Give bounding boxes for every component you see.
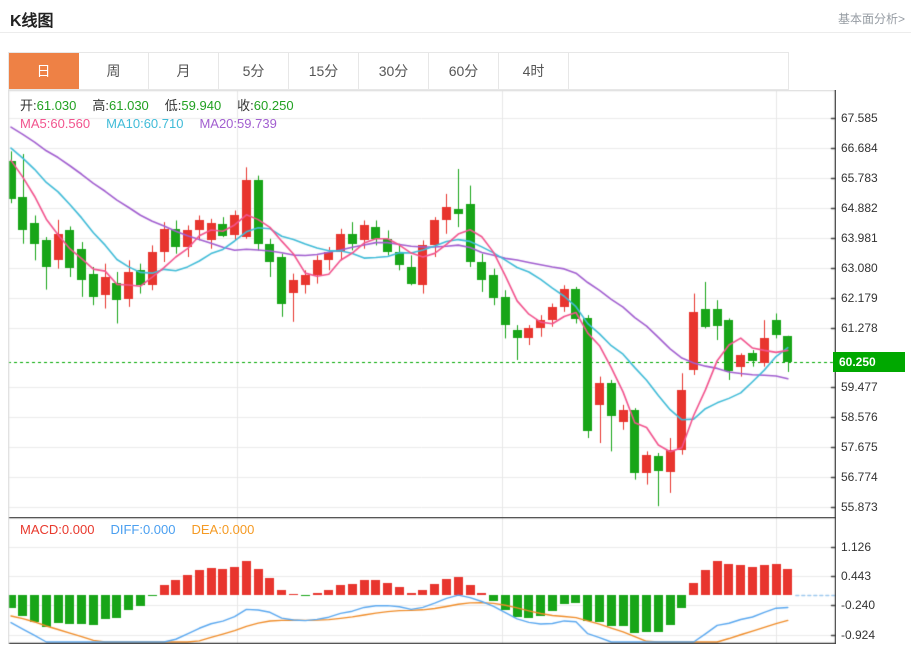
legend-item: 低:59.940 xyxy=(165,98,221,113)
legend-label: MA5: xyxy=(20,116,50,131)
legend-item: DEA:0.000 xyxy=(191,522,254,537)
macd-axis-label: 1.126 xyxy=(841,541,903,553)
header-divider xyxy=(0,32,911,33)
legend-label: 高: xyxy=(92,98,109,113)
tab-15min[interactable]: 15分 xyxy=(289,53,359,89)
tab-month[interactable]: 月 xyxy=(149,53,219,89)
legend-label: 开: xyxy=(20,98,37,113)
price-axis-label: 55.873 xyxy=(841,501,903,513)
tab-30min[interactable]: 30分 xyxy=(359,53,429,89)
price-axis-label: 63.080 xyxy=(841,262,903,274)
tab-5min[interactable]: 5分 xyxy=(219,53,289,89)
price-axis-label: 64.882 xyxy=(841,202,903,214)
legend-label: MA10: xyxy=(106,116,144,131)
candlestick-chart-canvas[interactable] xyxy=(8,90,836,517)
price-axis-label: 65.783 xyxy=(841,172,903,184)
price-axis-label: 56.774 xyxy=(841,471,903,483)
legend-value: 61.030 xyxy=(109,98,149,113)
price-axis-label: 67.585 xyxy=(841,112,903,124)
legend-item: MA10:60.710 xyxy=(106,116,183,131)
tab-week[interactable]: 周 xyxy=(79,53,149,89)
macd-axis-label: 0.443 xyxy=(841,570,903,582)
legend-item: MA20:59.739 xyxy=(199,116,276,131)
tabbar-spacer xyxy=(569,53,788,89)
legend-value: 0.000 xyxy=(143,522,176,537)
legend-label: DIFF: xyxy=(110,522,143,537)
price-axis-label: 58.576 xyxy=(841,411,903,423)
macd-legend: MACD:0.000DIFF:0.000DEA:0.000 xyxy=(20,522,270,537)
legend-label: MA20: xyxy=(199,116,237,131)
legend-item: MACD:0.000 xyxy=(20,522,94,537)
legend-value: 0.000 xyxy=(222,522,255,537)
legend-item: 收:60.250 xyxy=(237,98,293,113)
fundamental-analysis-link[interactable]: 基本面分析> xyxy=(838,10,905,27)
price-axis-label: 59.477 xyxy=(841,381,903,393)
legend-value: 60.250 xyxy=(254,98,294,113)
legend-value: 60.560 xyxy=(50,116,90,131)
legend-item: 开:61.030 xyxy=(20,98,76,113)
tab-day[interactable]: 日 xyxy=(9,53,79,89)
price-axis-label: 62.179 xyxy=(841,292,903,304)
ma-legend: MA5:60.560 MA10:60.710 MA20:59.739 xyxy=(20,116,293,131)
tab-60min[interactable]: 60分 xyxy=(429,53,499,89)
macd-axis-label: -0.240 xyxy=(841,599,903,611)
legend-label: DEA: xyxy=(191,522,221,537)
price-axis-label: 63.981 xyxy=(841,232,903,244)
legend-value: 0.000 xyxy=(62,522,95,537)
legend-value: 59.739 xyxy=(237,116,277,131)
price-axis-label: 66.684 xyxy=(841,142,903,154)
page-title: K线图 xyxy=(10,7,54,31)
current-price-tag: 60.250 xyxy=(833,352,905,372)
period-tabbar: 日周月5分15分30分60分4时 xyxy=(8,52,789,90)
legend-item: DIFF:0.000 xyxy=(110,522,175,537)
legend-value: 59.940 xyxy=(181,98,221,113)
price-axis-label: 61.278 xyxy=(841,322,903,334)
ohlc-legend: 开:61.030高:61.030低:59.940收:60.250 xyxy=(20,95,310,114)
price-axis-label: 57.675 xyxy=(841,441,903,453)
legend-label: 低: xyxy=(165,98,182,113)
legend-item: MA5:60.560 xyxy=(20,116,90,131)
macd-axis-label: -0.924 xyxy=(841,629,903,641)
legend-item: 高:61.030 xyxy=(92,98,148,113)
kline-page: K线图 基本面分析> 日周月5分15分30分60分4时 67.585 66.684… xyxy=(0,0,911,648)
legend-label: 收: xyxy=(237,98,254,113)
legend-value: 61.030 xyxy=(37,98,77,113)
tab-4hour[interactable]: 4时 xyxy=(499,53,569,89)
legend-value: 60.710 xyxy=(144,116,184,131)
legend-label: MACD: xyxy=(20,522,62,537)
